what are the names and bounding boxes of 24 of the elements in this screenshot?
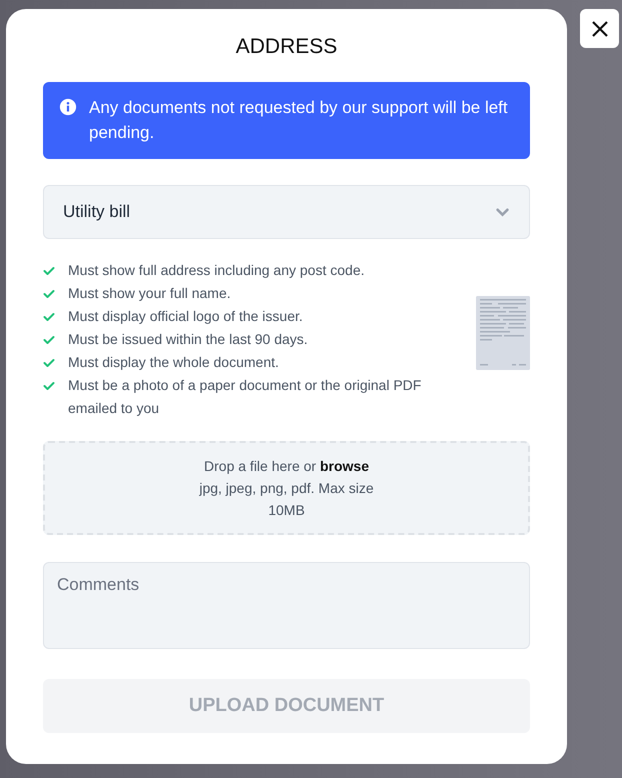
dialog-title: ADDRESS [234, 34, 338, 60]
dropzone-text: Drop a file here or browse [204, 457, 369, 476]
check-icon [43, 266, 55, 276]
document-thumbnail-icon [476, 296, 530, 370]
requirement-text: Must be a photo of a paper document or the original PDF emailed to you [68, 376, 422, 418]
alert-text: Any documents not requested by our support will be left pending. [89, 97, 509, 144]
check-icon [43, 289, 55, 299]
chevron-down-icon [496, 208, 509, 216]
info-icon [59, 98, 77, 116]
check-icon [43, 381, 55, 391]
comments-field[interactable]: Comments [43, 562, 530, 649]
file-dropzone[interactable]: Drop a file here or browse jpg, jpeg, png, pdf. Max size 10MB [43, 441, 530, 535]
close-icon [590, 18, 610, 38]
check-icon [43, 312, 55, 322]
check-icon [43, 358, 55, 368]
requirement-text: Must show your full name. [68, 284, 231, 303]
close-button[interactable] [580, 9, 619, 48]
check-icon [43, 335, 55, 345]
document-type-select[interactable]: Utility bill [43, 185, 530, 239]
file-format-hint: jpg, jpeg, png, pdf. Max size 10MB [198, 479, 375, 520]
requirement-text: Must display official logo of the issuer. [68, 307, 303, 326]
requirement-text: Must display the whole document. [68, 353, 279, 372]
requirement-text: Must show full address including any post code. [68, 261, 364, 280]
requirement-text: Must be issued within the last 90 days. [68, 330, 308, 349]
